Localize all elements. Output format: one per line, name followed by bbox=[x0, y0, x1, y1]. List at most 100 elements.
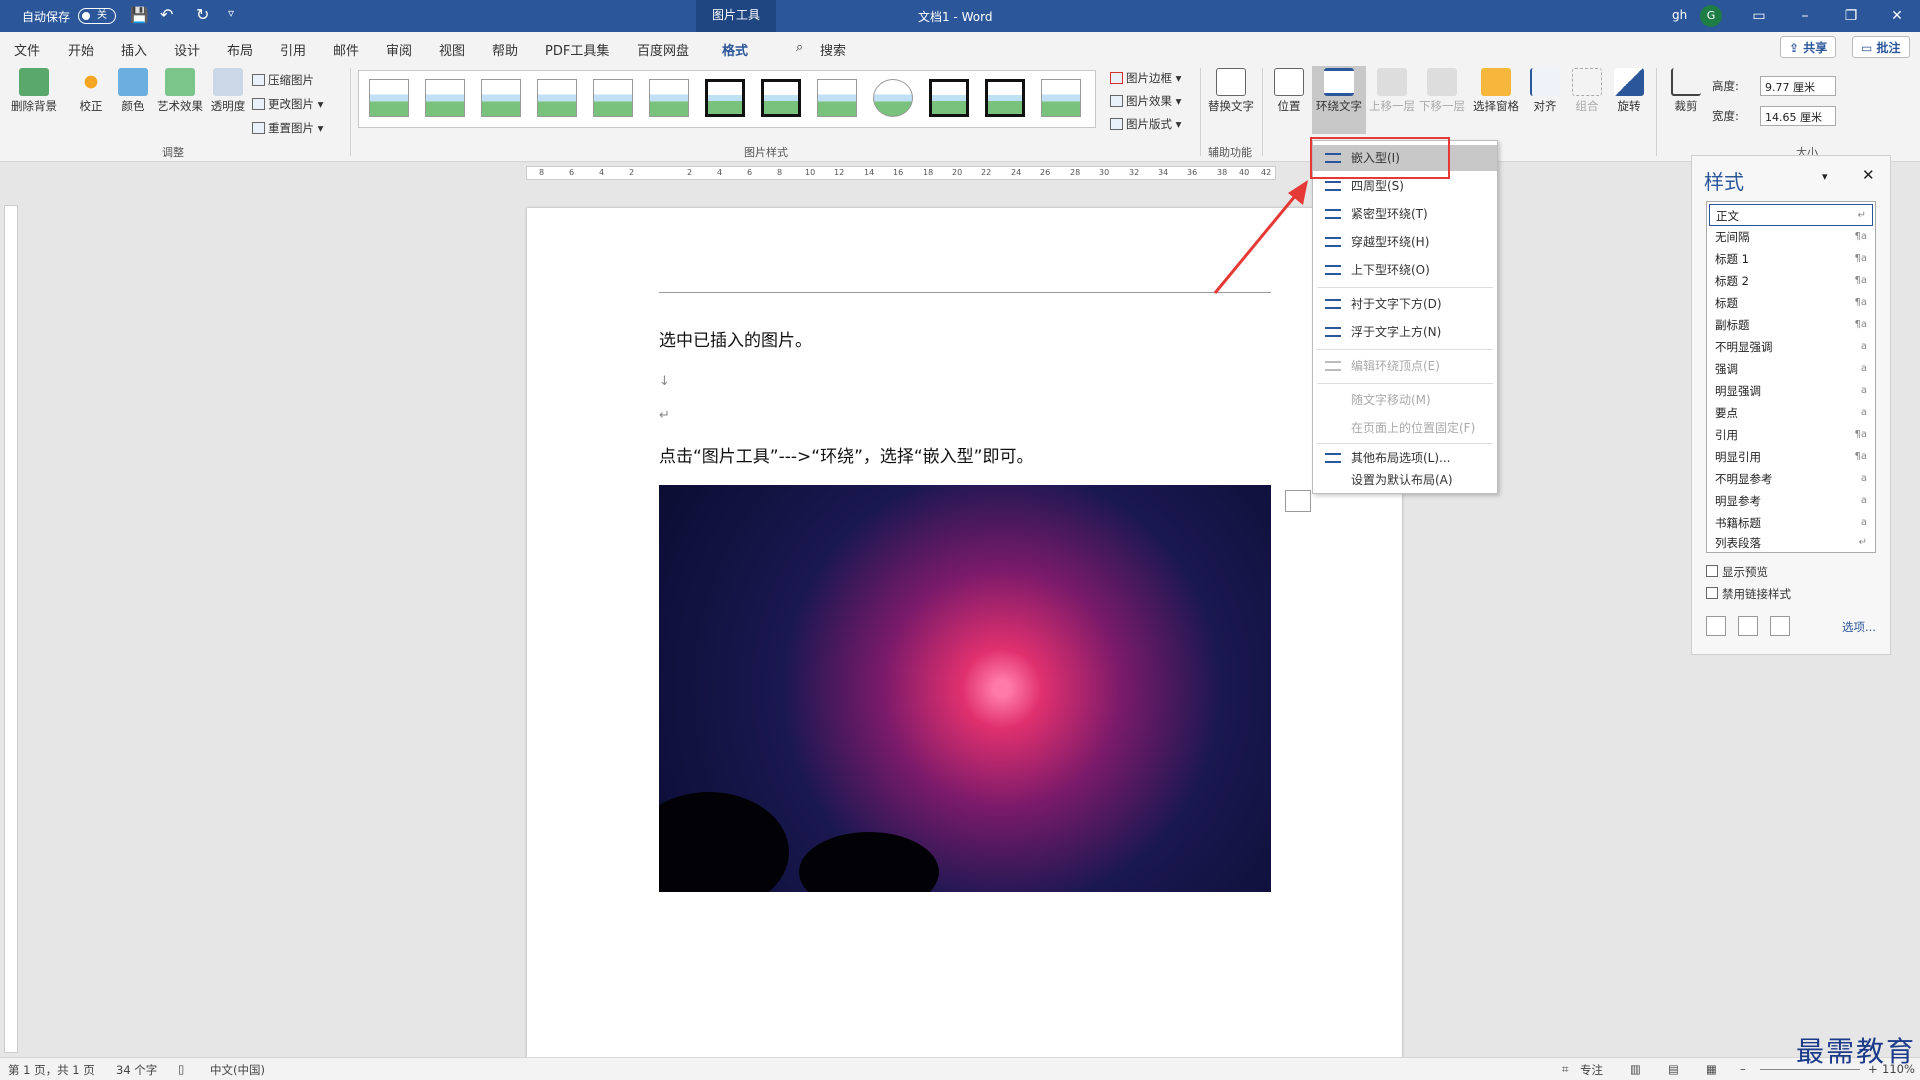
style-item[interactable]: 标题 1 ¶a bbox=[1709, 248, 1873, 270]
zoom-out-icon[interactable]: – bbox=[1740, 1062, 1746, 1076]
close-icon[interactable]: ✕ bbox=[1862, 166, 1875, 184]
style-item[interactable]: 正文 ↵ bbox=[1709, 204, 1873, 226]
style-thumb[interactable] bbox=[1041, 79, 1081, 117]
autosave-toggle[interactable]: 关 bbox=[78, 8, 116, 24]
menu-item-move-with-text[interactable]: 随文字移动(M) bbox=[1313, 387, 1497, 413]
tab-review[interactable]: 审阅 bbox=[386, 40, 412, 59]
horizontal-ruler[interactable]: 8 6 4 2 2 4 6 8 10 12 14 16 18 20 22 24 … bbox=[526, 166, 1276, 180]
menu-item-top-bottom[interactable]: 上下型环绕(O) bbox=[1313, 257, 1497, 283]
tab-insert[interactable]: 插入 bbox=[121, 40, 147, 59]
tab-search[interactable]: 搜索 bbox=[820, 40, 846, 59]
tab-layout[interactable]: 布局 bbox=[227, 40, 253, 59]
position-button[interactable]: 位置 bbox=[1266, 68, 1312, 114]
style-thumb[interactable] bbox=[705, 79, 745, 117]
tab-design[interactable]: 设计 bbox=[174, 40, 200, 59]
style-thumb[interactable] bbox=[537, 79, 577, 117]
picture-border-button[interactable]: 图片边框 ▾ bbox=[1110, 70, 1181, 86]
color-button[interactable]: 颜色 bbox=[108, 68, 158, 114]
group-button[interactable]: 组合 bbox=[1564, 68, 1610, 114]
style-item[interactable]: 副标题 ¶a bbox=[1709, 314, 1873, 336]
vertical-ruler[interactable] bbox=[4, 205, 18, 1053]
language[interactable]: 中文(中国) bbox=[210, 1062, 265, 1078]
page-count[interactable]: 第 1 页，共 1 页 bbox=[8, 1062, 95, 1078]
print-layout-icon[interactable]: ▤ bbox=[1668, 1062, 1679, 1076]
style-thumb[interactable] bbox=[873, 79, 913, 117]
manage-styles-icon[interactable] bbox=[1770, 616, 1790, 636]
undo-icon[interactable]: ↶ bbox=[160, 5, 173, 24]
style-thumb[interactable] bbox=[593, 79, 633, 117]
style-item[interactable]: 书籍标题 a bbox=[1709, 512, 1873, 534]
style-item[interactable]: 标题 ¶a bbox=[1709, 292, 1873, 314]
read-mode-icon[interactable]: ▥ bbox=[1630, 1062, 1641, 1076]
style-item[interactable]: 明显强调 a bbox=[1709, 380, 1873, 402]
word-count[interactable]: 34 个字 bbox=[116, 1062, 157, 1078]
menu-item-edit-wrap-points[interactable]: 编辑环绕顶点(E) bbox=[1313, 353, 1497, 379]
rotate-button[interactable]: 旋转 bbox=[1606, 68, 1652, 114]
minimize-icon[interactable]: – bbox=[1782, 0, 1828, 32]
share-button[interactable]: ⇪ 共享 bbox=[1780, 36, 1837, 58]
style-item[interactable]: 强调 a bbox=[1709, 358, 1873, 380]
style-thumb[interactable] bbox=[817, 79, 857, 117]
menu-item-set-default-layout[interactable]: 设置为默认布局(A) bbox=[1313, 467, 1497, 493]
tab-format[interactable]: 格式 bbox=[719, 40, 751, 66]
pane-options-icon[interactable]: ▾ bbox=[1822, 170, 1828, 183]
height-input[interactable]: 9.77 厘米 bbox=[1760, 76, 1836, 96]
ribbon-display-icon[interactable]: ▭ bbox=[1736, 0, 1782, 32]
menu-item-tight[interactable]: 紧密型环绕(T) bbox=[1313, 201, 1497, 227]
align-button[interactable]: 对齐 bbox=[1522, 68, 1568, 114]
fireworks-image[interactable] bbox=[659, 485, 1271, 892]
tab-file[interactable]: 文件 bbox=[14, 40, 40, 59]
style-item[interactable]: 不明显参考 a bbox=[1709, 468, 1873, 490]
style-inspector-icon[interactable] bbox=[1738, 616, 1758, 636]
style-thumb[interactable] bbox=[761, 79, 801, 117]
artistic-effects-button[interactable]: 艺术效果 bbox=[152, 68, 208, 114]
alt-text-button[interactable]: 替换文字 bbox=[1206, 68, 1256, 114]
style-thumb[interactable] bbox=[425, 79, 465, 117]
wrap-text-button[interactable]: 环绕文字 bbox=[1312, 66, 1366, 134]
tab-help[interactable]: 帮助 bbox=[492, 40, 518, 59]
layout-options-icon[interactable] bbox=[1285, 490, 1311, 512]
picture-styles-gallery[interactable] bbox=[358, 70, 1096, 128]
style-thumb[interactable] bbox=[481, 79, 521, 117]
style-thumb[interactable] bbox=[369, 79, 409, 117]
selection-pane-button[interactable]: 选择窗格 bbox=[1468, 68, 1524, 114]
bring-forward-button[interactable]: 上移一层 bbox=[1366, 68, 1418, 114]
remove-background-button[interactable]: 删除背景 bbox=[6, 68, 62, 114]
save-icon[interactable]: 💾 bbox=[130, 6, 149, 24]
style-item[interactable]: 要点 a bbox=[1709, 402, 1873, 424]
style-item[interactable]: 标题 2 ¶a bbox=[1709, 270, 1873, 292]
menu-item-behind-text[interactable]: 衬于文字下方(D) bbox=[1313, 291, 1497, 317]
avatar[interactable]: G bbox=[1700, 5, 1722, 27]
show-preview-checkbox[interactable]: 显示预览 bbox=[1706, 564, 1768, 580]
style-item[interactable]: 不明显强调 a bbox=[1709, 336, 1873, 358]
focus-label[interactable]: 专注 bbox=[1580, 1062, 1603, 1078]
comments-button[interactable]: ▭ 批注 bbox=[1852, 36, 1910, 58]
menu-item-fix-position[interactable]: 在页面上的位置固定(F) bbox=[1313, 415, 1497, 441]
compress-pictures-button[interactable]: 压缩图片 bbox=[252, 72, 314, 88]
menu-item-through[interactable]: 穿越型环绕(H) bbox=[1313, 229, 1497, 255]
options-link[interactable]: 选项... bbox=[1842, 619, 1876, 635]
instruction-line-1[interactable]: 选中已插入的图片。 bbox=[659, 326, 812, 351]
tab-view[interactable]: 视图 bbox=[439, 40, 465, 59]
menu-item-in-front-of-text[interactable]: 浮于文字上方(N) bbox=[1313, 319, 1497, 345]
redo-icon[interactable]: ↻ bbox=[196, 5, 209, 24]
style-item[interactable]: 明显参考 a bbox=[1709, 490, 1873, 512]
send-backward-button[interactable]: 下移一层 bbox=[1416, 68, 1468, 114]
transparency-button[interactable]: 透明度 bbox=[204, 68, 252, 114]
style-item[interactable]: 明显引用 ¶a bbox=[1709, 446, 1873, 468]
crop-button[interactable]: 裁剪 bbox=[1662, 68, 1710, 114]
tab-home[interactable]: 开始 bbox=[68, 40, 94, 59]
proofing-icon[interactable]: ▯ bbox=[178, 1062, 184, 1076]
search-icon[interactable]: ⌕ bbox=[796, 40, 803, 55]
tab-references[interactable]: 引用 bbox=[280, 40, 306, 59]
web-layout-icon[interactable]: ▦ bbox=[1706, 1062, 1717, 1076]
style-thumb[interactable] bbox=[649, 79, 689, 117]
new-style-icon[interactable] bbox=[1706, 616, 1726, 636]
disable-linked-styles-checkbox[interactable]: 禁用链接样式 bbox=[1706, 586, 1791, 602]
close-icon[interactable]: ✕ bbox=[1874, 0, 1920, 32]
width-input[interactable]: 14.65 厘米 bbox=[1760, 106, 1836, 126]
tab-pdf-tools[interactable]: PDF工具集 bbox=[545, 40, 609, 59]
reset-picture-button[interactable]: 重置图片 ▾ bbox=[252, 120, 323, 136]
restore-icon[interactable]: ❐ bbox=[1828, 0, 1874, 32]
tab-baidu-netdisk[interactable]: 百度网盘 bbox=[637, 40, 689, 59]
